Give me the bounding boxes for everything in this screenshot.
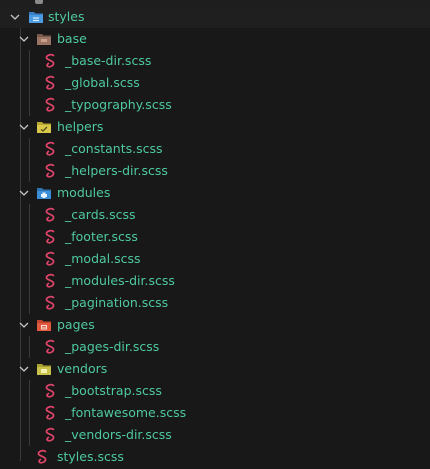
file-label: _global.scss [65,75,140,90]
tree-file[interactable]: _vendors-dir.scss [0,424,430,446]
folder-label-modules: modules [57,185,111,200]
tree-file-styles-scss[interactable]: styles.scss [0,446,430,468]
modules-folder-icon [37,188,51,199]
tree-file[interactable]: _cards.scss [0,204,430,226]
file-label: _typography.scss [65,97,172,112]
tree-file[interactable]: _bootstrap.scss [0,380,430,402]
file-label: _modal.scss [65,251,141,266]
file-label: _cards.scss [65,207,136,222]
sass-file-icon [45,53,55,68]
tree-file[interactable]: _typography.scss [0,94,430,116]
pages-folder-icon [37,320,51,331]
file-label: _pagination.scss [65,295,169,310]
tree-file[interactable]: _pages-dir.scss [0,336,430,358]
sass-file-icon [45,405,55,420]
sass-file-icon [45,295,55,310]
tree-file[interactable]: _modal.scss [0,248,430,270]
file-label: _footer.scss [65,229,138,244]
chevron-down-icon[interactable] [19,320,29,330]
styles-folder-icon [29,12,43,23]
sass-file-icon [45,427,55,442]
tree-folder-pages[interactable]: pages [0,314,430,336]
previous-item-icon [35,0,43,4]
sass-file-icon [45,207,55,222]
chevron-down-icon[interactable] [19,364,29,374]
tree-file[interactable]: _footer.scss [0,226,430,248]
folder-label-helpers: helpers [57,119,104,134]
chevron-down-icon[interactable] [19,34,29,44]
sass-file-icon [37,449,47,464]
file-explorer-tree: styles base _base-dir.scss _global.scss … [0,0,430,469]
base-folder-icon [37,34,51,45]
sass-file-icon [45,229,55,244]
folder-label-vendors: vendors [57,361,108,376]
tree-file[interactable]: _modules-dir.scss [0,270,430,292]
helpers-folder-icon [37,122,51,133]
sass-file-icon [45,273,55,288]
tree-folder-styles[interactable]: styles [0,6,430,28]
tree-file[interactable]: _helpers-dir.scss [0,160,430,182]
file-label: _constants.scss [65,141,163,156]
file-label: _modules-dir.scss [65,273,175,288]
file-label: styles.scss [57,449,124,464]
file-label: _vendors-dir.scss [65,427,172,442]
file-label: _base-dir.scss [65,53,152,68]
sass-file-icon [45,97,55,112]
tree-file[interactable]: _global.scss [0,72,430,94]
chevron-down-icon[interactable] [19,188,29,198]
sass-file-icon [45,163,55,178]
sass-file-icon [45,251,55,266]
folder-label-pages: pages [57,317,95,332]
chevron-down-icon[interactable] [10,12,20,22]
sass-file-icon [45,383,55,398]
folder-label-base: base [57,31,87,46]
vendors-folder-icon [37,364,51,375]
folder-label-styles: styles [48,9,85,24]
tree-folder-vendors[interactable]: vendors [0,358,430,380]
file-label: _bootstrap.scss [65,383,162,398]
chevron-down-icon[interactable] [19,122,29,132]
file-label: _pages-dir.scss [65,339,160,354]
tree-folder-helpers[interactable]: helpers [0,116,430,138]
file-label: _helpers-dir.scss [65,163,168,178]
sass-file-icon [45,339,55,354]
sass-file-icon [45,75,55,90]
tree-folder-base[interactable]: base [0,28,430,50]
sass-file-icon [45,141,55,156]
tree-file[interactable]: _fontawesome.scss [0,402,430,424]
tree-file[interactable]: _base-dir.scss [0,50,430,72]
tree-file[interactable]: _constants.scss [0,138,430,160]
file-label: _fontawesome.scss [65,405,187,420]
tree-file[interactable]: _pagination.scss [0,292,430,314]
tree-folder-modules[interactable]: modules [0,182,430,204]
